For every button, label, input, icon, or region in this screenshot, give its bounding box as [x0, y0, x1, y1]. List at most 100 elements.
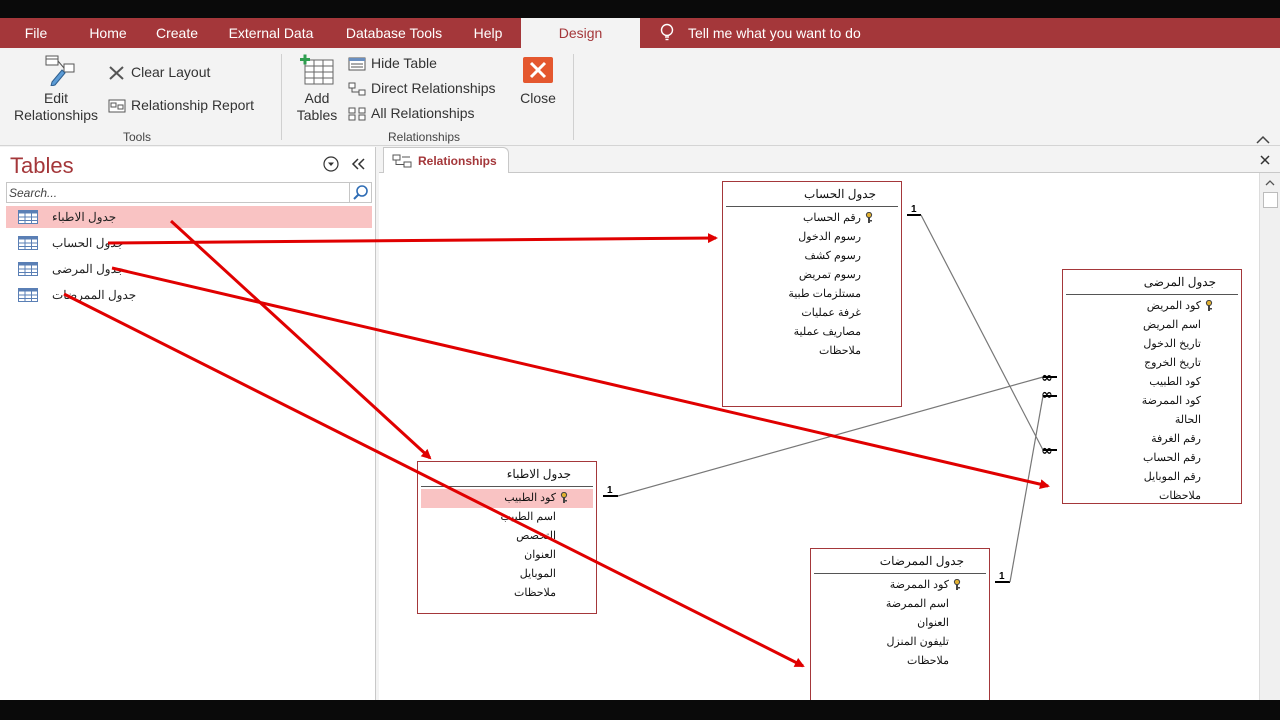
field-row[interactable]: كود الممرضة	[1063, 392, 1241, 411]
tab-create[interactable]: Create	[146, 18, 208, 48]
tab-external-data[interactable]: External Data	[218, 18, 324, 48]
clear-layout-button[interactable]: Clear Layout	[108, 61, 210, 83]
scrollbar-thumb[interactable]	[1263, 192, 1278, 208]
field-row[interactable]: تاريخ الخروج	[1063, 354, 1241, 373]
field-row[interactable]: الحالة	[1063, 411, 1241, 430]
field-row[interactable]: التخصص	[418, 527, 596, 546]
primary-key-icon	[953, 579, 961, 590]
relationships-icon	[392, 154, 412, 168]
ribbon-separator	[281, 54, 282, 140]
field-label: اسم المريض	[1142, 319, 1201, 331]
field-label: رسوم تمريض	[798, 269, 861, 281]
field-row[interactable]: مصاريف عملية	[723, 323, 901, 342]
close-relationships-button[interactable]: Close	[514, 56, 562, 107]
field-row[interactable]: اسم المريض	[1063, 316, 1241, 335]
field-label: رقم الحساب	[1143, 452, 1201, 464]
field-row[interactable]: ملاحظات	[418, 584, 596, 603]
direct-relationships-label: Direct Relationships	[371, 80, 496, 96]
bottom-bar	[0, 700, 1280, 720]
field-row[interactable]: مستلزمات طبية	[723, 285, 901, 304]
scroll-up-icon[interactable]	[1263, 176, 1277, 190]
edit-relationships-label-1: Edit	[43, 90, 69, 106]
field-row[interactable]: اسم الطبيب	[418, 508, 596, 527]
field-label: العنوان	[524, 549, 556, 561]
tab-design[interactable]: Design	[521, 18, 640, 48]
field-row[interactable]: العنوان	[811, 614, 989, 633]
field-label: كود المريض	[1146, 300, 1201, 312]
field-row[interactable]: ملاحظات	[723, 342, 901, 361]
field-row[interactable]: تاريخ الدخول	[1063, 335, 1241, 354]
all-relationships-button[interactable]: All Relationships	[348, 102, 475, 124]
tab-home[interactable]: Home	[78, 18, 138, 48]
field-label: ملاحظات	[1159, 490, 1201, 502]
field-label: كود الممرضة	[1141, 395, 1201, 407]
ribbon: Edit Relationships Clear Layout Relation…	[0, 48, 1280, 146]
field-row[interactable]: رقم الحساب	[723, 209, 901, 228]
table-box-doctors[interactable]: جدول الاطباء كود الطبيب اسم الطبيب التخص…	[417, 461, 597, 614]
field-label: رسوم الدخول	[798, 231, 861, 243]
field-row-selected[interactable]: كود الطبيب	[421, 489, 593, 508]
nav-item-nurses-table[interactable]: جدول الممرضات	[6, 284, 372, 306]
close-document-icon[interactable]	[1258, 153, 1272, 167]
relationship-report-button[interactable]: Relationship Report	[108, 94, 254, 116]
field-row[interactable]: كود الممرضة	[811, 576, 989, 595]
ribbon-tab-bar: File Home Create External Data Database …	[0, 18, 1280, 48]
hide-table-button[interactable]: Hide Table	[348, 52, 437, 74]
field-label: رقم الموبايل	[1143, 471, 1201, 483]
nav-search-input[interactable]	[9, 184, 347, 201]
field-label: الحالة	[1174, 414, 1201, 426]
relationship-report-label: Relationship Report	[131, 97, 254, 113]
field-label: تليفون المنزل	[886, 636, 949, 648]
field-row[interactable]: كود المريض	[1063, 297, 1241, 316]
vertical-scrollbar[interactable]	[1259, 173, 1280, 700]
field-label: رقم الغرفة	[1151, 433, 1201, 445]
field-row[interactable]: رقم الموبايل	[1063, 468, 1241, 487]
table-box-title: جدول المرضى	[1066, 270, 1238, 295]
collapse-pane-icon[interactable]	[350, 156, 366, 172]
field-label: غرفة عمليات	[801, 307, 861, 319]
relationship-report-icon	[108, 99, 126, 113]
direct-relationships-button[interactable]: Direct Relationships	[348, 77, 496, 99]
nav-item-accounts-table[interactable]: جدول الحساب	[6, 232, 372, 254]
field-row[interactable]: غرفة عمليات	[723, 304, 901, 323]
hide-table-label: Hide Table	[371, 55, 437, 71]
navigation-pane: Tables جدول الاطباء جدول الحساب جدول الم…	[0, 147, 376, 700]
field-row[interactable]: رقم الحساب	[1063, 449, 1241, 468]
nav-item-label: جدول الاطباء	[52, 210, 117, 224]
field-row[interactable]: ملاحظات	[811, 652, 989, 671]
field-row[interactable]: اسم الممرضة	[811, 595, 989, 614]
add-tables-button[interactable]: Add Tables	[290, 54, 344, 124]
table-box-accounts[interactable]: جدول الحساب رقم الحساب رسوم الدخول رسوم …	[722, 181, 902, 407]
relationships-doc-tab[interactable]: Relationships	[383, 147, 509, 173]
field-row[interactable]: كود الطبيب	[1063, 373, 1241, 392]
nav-menu-icon[interactable]	[323, 156, 339, 172]
table-box-patients[interactable]: جدول المرضى كود المريض اسم المريض تاريخ …	[1062, 269, 1242, 504]
field-label: كود الطبيب	[504, 492, 556, 504]
search-icon[interactable]	[349, 183, 371, 202]
tab-file[interactable]: File	[10, 18, 62, 48]
field-row[interactable]: رقم الغرفة	[1063, 430, 1241, 449]
collapse-ribbon-icon[interactable]	[1256, 132, 1270, 144]
field-label: مصاريف عملية	[793, 326, 861, 338]
relationships-group-label: Relationships	[388, 130, 461, 144]
field-row[interactable]: العنوان	[418, 546, 596, 565]
tab-database-tools[interactable]: Database Tools	[334, 18, 454, 48]
field-label: رسوم كشف	[804, 250, 861, 262]
nav-item-doctors-table[interactable]: جدول الاطباء	[6, 206, 372, 228]
tab-help[interactable]: Help	[462, 18, 514, 48]
primary-key-icon	[1205, 300, 1213, 311]
field-row[interactable]: رسوم الدخول	[723, 228, 901, 247]
table-box-nurses[interactable]: جدول الممرضات كود الممرضة اسم الممرضة ال…	[810, 548, 990, 708]
field-row[interactable]: ملاحظات	[1063, 487, 1241, 506]
edit-relationships-label-2: Relationships	[13, 107, 99, 123]
field-row[interactable]: تليفون المنزل	[811, 633, 989, 652]
close-icon	[523, 57, 553, 83]
field-row[interactable]: رسوم تمريض	[723, 266, 901, 285]
tools-group-label: Tools	[123, 130, 152, 144]
tell-me-box[interactable]: Tell me what you want to do	[660, 18, 861, 48]
field-row[interactable]: الموبايل	[418, 565, 596, 584]
nav-item-patients-table[interactable]: جدول المرضى	[6, 258, 372, 280]
table-box-title: جدول الاطباء	[421, 462, 593, 487]
field-row[interactable]: رسوم كشف	[723, 247, 901, 266]
edit-relationships-button[interactable]: Edit Relationships	[8, 54, 104, 124]
